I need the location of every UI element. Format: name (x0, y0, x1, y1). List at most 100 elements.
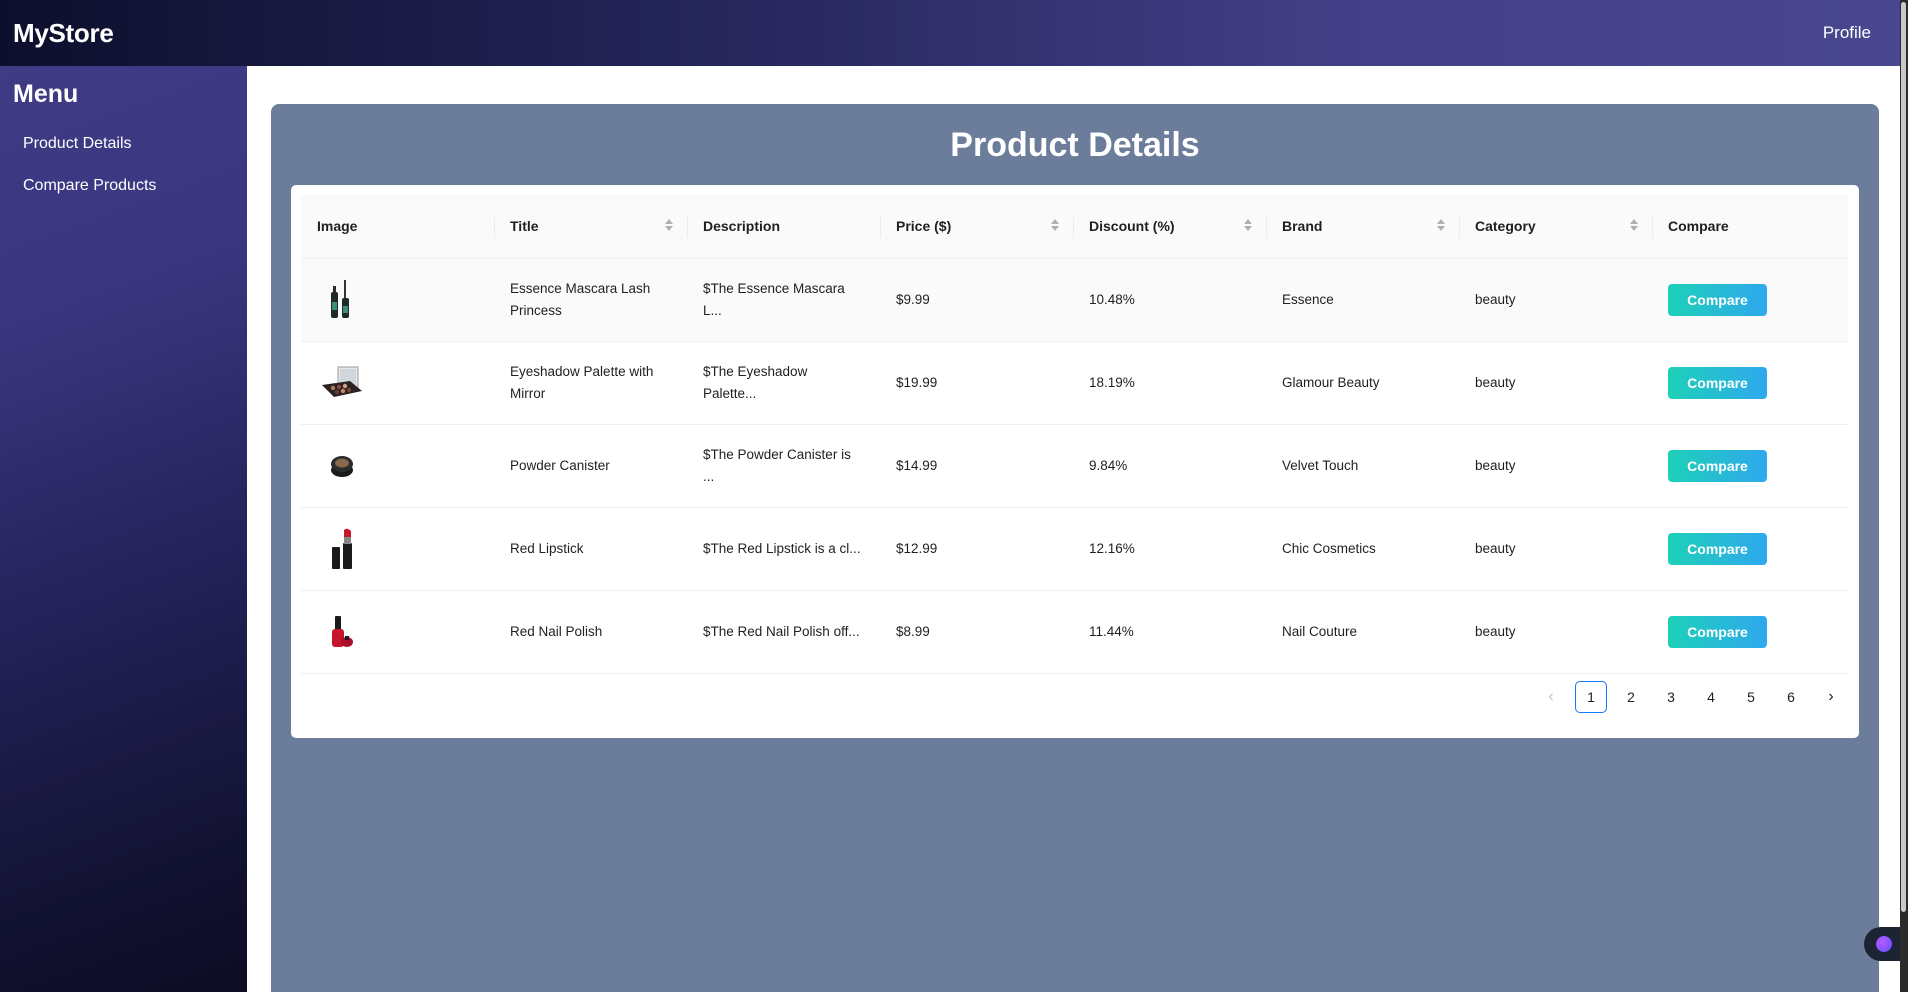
table-row: Powder Canister $The Powder Canister is … (301, 424, 1848, 508)
product-description-cell: $The Eyeshadow Palette... (687, 341, 880, 425)
compare-cell: Compare (1652, 258, 1848, 342)
sort-icon[interactable] (1437, 219, 1445, 231)
table-row: Eyeshadow Palette with Mirror $The Eyesh… (301, 341, 1848, 425)
lipstick-icon (317, 524, 367, 574)
product-price-cell: $14.99 (880, 424, 1073, 508)
nail-polish-icon (317, 607, 367, 657)
page-3[interactable]: 3 (1655, 681, 1687, 713)
product-title-cell: Red Lipstick (494, 507, 687, 591)
product-description-cell: $The Red Nail Polish off... (687, 590, 880, 674)
product-brand-cell: Chic Cosmetics (1266, 507, 1459, 591)
compare-cell: Compare (1652, 424, 1848, 508)
product-category-cell: beauty (1459, 590, 1652, 674)
product-price-cell: $8.99 (880, 590, 1073, 674)
table-row: Essence Mascara Lash Princess $The Essen… (301, 258, 1848, 342)
compare-button[interactable]: Compare (1668, 449, 1767, 482)
sidebar-item-compare-products[interactable]: Compare Products (0, 167, 247, 205)
product-category-cell: beauty (1459, 424, 1652, 508)
menu-title: Menu (13, 80, 79, 108)
compare-button[interactable]: Compare (1668, 532, 1767, 565)
product-brand-cell: Essence (1266, 258, 1459, 342)
sort-icon[interactable] (665, 219, 673, 231)
column-divider (494, 217, 495, 238)
brand-logo[interactable]: MyStore (13, 18, 114, 49)
product-category-cell: beauty (1459, 258, 1652, 342)
product-discount-cell: 11.44% (1073, 590, 1266, 674)
page-6[interactable]: 6 (1775, 681, 1807, 713)
page-4[interactable]: 4 (1695, 681, 1727, 713)
scrollbar[interactable] (1900, 0, 1908, 992)
column-header-category[interactable]: Category (1459, 195, 1652, 259)
assistant-widget[interactable] (1864, 927, 1904, 961)
column-divider (880, 217, 881, 238)
page-5[interactable]: 5 (1735, 681, 1767, 713)
compare-button[interactable]: Compare (1668, 283, 1767, 316)
product-description-cell: $The Essence Mascara L... (687, 258, 880, 342)
column-header-discount[interactable]: Discount (%) (1073, 195, 1266, 259)
column-header-price[interactable]: Price ($) (880, 195, 1073, 259)
column-divider (1073, 217, 1074, 238)
product-title-cell: Powder Canister (494, 424, 687, 508)
product-category-cell: beauty (1459, 507, 1652, 591)
prev-page-icon[interactable]: ‹ (1535, 681, 1567, 713)
main-panel: Product Details Image Title Description … (271, 104, 1879, 992)
pagination: ‹ 1 2 3 4 5 6 › (1535, 681, 1847, 713)
mascara-icon (317, 275, 367, 325)
scrollbar-thumb[interactable] (1901, 2, 1906, 912)
column-header-label: Brand (1282, 218, 1323, 235)
page-2[interactable]: 2 (1615, 681, 1647, 713)
product-discount-cell: 12.16% (1073, 507, 1266, 591)
product-image-cell (301, 590, 494, 674)
product-title-cell: Red Nail Polish (494, 590, 687, 674)
assistant-icon (1876, 936, 1892, 952)
product-table-card: Image Title Description Price ($) Discou… (291, 185, 1859, 738)
column-header-label: Description (703, 218, 781, 235)
product-title-cell: Essence Mascara Lash Princess (494, 258, 687, 342)
column-header-label: Price ($) (896, 218, 952, 235)
product-brand-cell: Nail Couture (1266, 590, 1459, 674)
powder-canister-icon (317, 441, 367, 491)
column-header-label: Image (317, 218, 358, 235)
column-header-label: Category (1475, 218, 1536, 235)
product-table: Image Title Description Price ($) Discou… (301, 195, 1848, 674)
product-discount-cell: 10.48% (1073, 258, 1266, 342)
compare-cell: Compare (1652, 341, 1848, 425)
sidebar-item-product-details[interactable]: Product Details (0, 125, 247, 163)
next-page-icon[interactable]: › (1815, 681, 1847, 713)
product-discount-cell: 18.19% (1073, 341, 1266, 425)
product-brand-cell: Velvet Touch (1266, 424, 1459, 508)
column-header-label: Discount (%) (1089, 218, 1175, 235)
compare-button[interactable]: Compare (1668, 615, 1767, 648)
product-image-cell (301, 258, 494, 342)
column-header-label: Title (510, 218, 539, 235)
eyeshadow-palette-icon (317, 358, 367, 408)
profile-link[interactable]: Profile (1823, 23, 1871, 43)
column-header-title[interactable]: Title (494, 195, 687, 259)
table-row: Red Nail Polish $The Red Nail Polish off… (301, 590, 1848, 674)
sidebar: Menu Product Details Compare Products (0, 66, 247, 992)
column-header-description: Description (687, 195, 880, 259)
sort-icon[interactable] (1051, 219, 1059, 231)
product-image-cell (301, 507, 494, 591)
column-header-brand[interactable]: Brand (1266, 195, 1459, 259)
compare-cell: Compare (1652, 590, 1848, 674)
product-description-cell: $The Powder Canister is ... (687, 424, 880, 508)
sort-icon[interactable] (1244, 219, 1252, 231)
product-price-cell: $12.99 (880, 507, 1073, 591)
product-description-cell: $The Red Lipstick is a cl... (687, 507, 880, 591)
product-image-cell (301, 341, 494, 425)
page-title: Product Details (950, 126, 1200, 164)
table-row: Red Lipstick $The Red Lipstick is a cl..… (301, 507, 1848, 591)
compare-button[interactable]: Compare (1668, 366, 1767, 399)
page-1[interactable]: 1 (1575, 681, 1607, 713)
product-price-cell: $19.99 (880, 341, 1073, 425)
product-brand-cell: Glamour Beauty (1266, 341, 1459, 425)
table-header-row: Image Title Description Price ($) Discou… (301, 195, 1848, 259)
sort-icon[interactable] (1630, 219, 1638, 231)
product-category-cell: beauty (1459, 341, 1652, 425)
column-header-label: Compare (1668, 218, 1729, 235)
column-divider (1459, 217, 1460, 238)
product-price-cell: $9.99 (880, 258, 1073, 342)
column-header-compare: Compare (1652, 195, 1848, 259)
product-discount-cell: 9.84% (1073, 424, 1266, 508)
